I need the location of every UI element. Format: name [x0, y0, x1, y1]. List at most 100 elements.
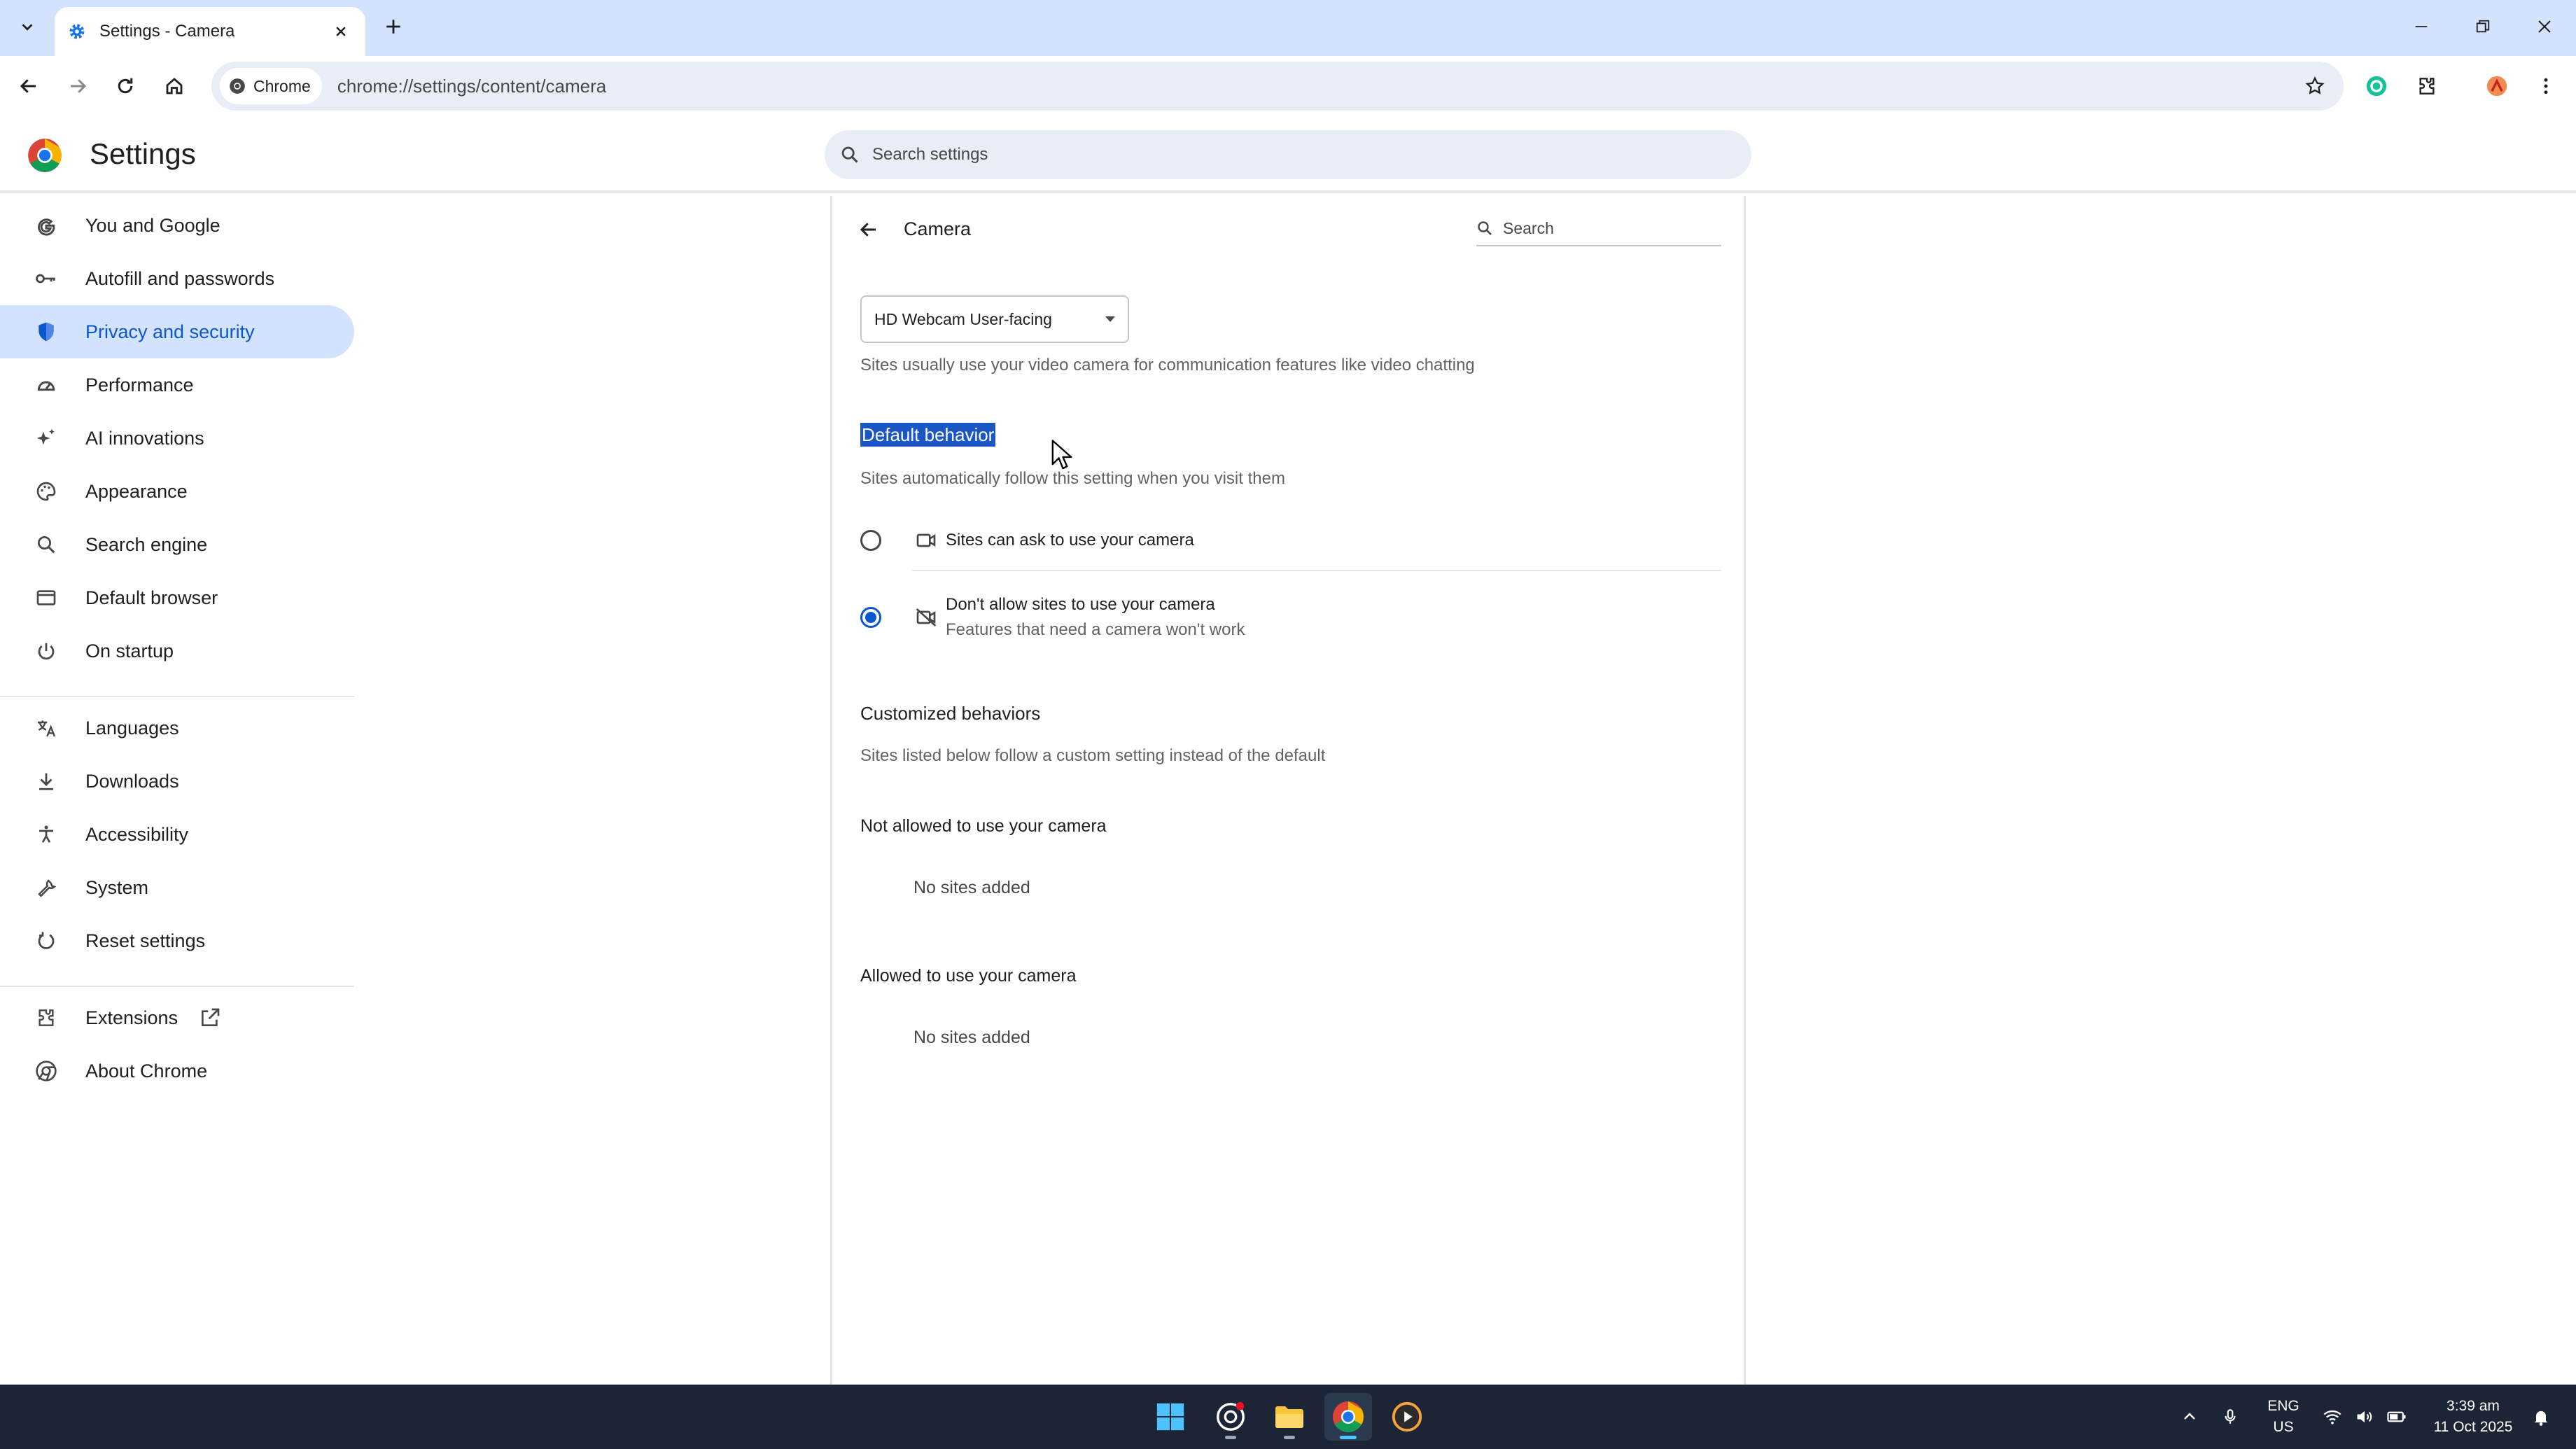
chrome-logo-icon: [28, 139, 62, 172]
url-text[interactable]: chrome://settings/content/camera: [337, 76, 2296, 97]
search-icon: [1478, 221, 1492, 235]
home-button[interactable]: [155, 67, 193, 105]
profile-button[interactable]: [2478, 67, 2516, 105]
extension-grammar-button[interactable]: [2358, 67, 2395, 105]
sidebar-item-label: Default browser: [85, 587, 218, 608]
wrench-icon: [34, 875, 59, 900]
extensions-button[interactable]: [2408, 67, 2446, 105]
sidebar-item-about-chrome[interactable]: About Chrome: [0, 1044, 354, 1098]
language-code: ENG: [2267, 1398, 2300, 1414]
battery-icon: [2387, 1411, 2406, 1422]
allowed-list-title: Allowed to use your camera: [860, 966, 1077, 986]
sidebar-item-search-engine[interactable]: Search engine: [0, 518, 354, 571]
subpage-search-box[interactable]: [1476, 211, 1721, 246]
settings-search-input[interactable]: [872, 145, 1642, 164]
palette-icon: [34, 479, 59, 504]
tab-title: Settings - Camera: [99, 22, 235, 41]
input-language-indicator[interactable]: ENG US: [2262, 1396, 2304, 1438]
back-button[interactable]: [10, 67, 48, 105]
customized-behaviors-description: Sites listed below follow a custom setti…: [860, 746, 1326, 765]
accessibility-icon: [34, 822, 59, 847]
minimize-button[interactable]: [2397, 7, 2446, 46]
sidebar-item-downloads[interactable]: Downloads: [0, 755, 354, 808]
restore-icon: [2476, 20, 2490, 33]
network-button[interactable]: [2320, 1404, 2345, 1429]
sidebar-item-on-startup[interactable]: On startup: [0, 624, 354, 678]
camera-device-select[interactable]: HD Webcam User-facing: [860, 295, 1129, 343]
clock-time: 3:39 am: [2446, 1398, 2500, 1414]
clock[interactable]: 3:39 am 11 Oct 2025: [2421, 1396, 2526, 1438]
videocam-off-icon: [913, 605, 939, 630]
chrome-menu-button[interactable]: [2527, 67, 2565, 105]
gear-icon: [69, 24, 85, 39]
settings-header: Settings: [0, 116, 2576, 193]
radio-option-ask[interactable]: Sites can ask to use your camera: [860, 522, 1721, 559]
media-player-icon: [1392, 1401, 1422, 1432]
sidebar-item-you-and-google[interactable]: You and Google: [0, 199, 354, 252]
radio-option-block[interactable]: Don't allow sites to use your camera Fea…: [860, 585, 1721, 650]
restore-button[interactable]: [2458, 7, 2507, 46]
microphone-icon: [2225, 1409, 2236, 1424]
tab-close-button[interactable]: [329, 20, 353, 43]
search-icon: [34, 532, 59, 557]
volume-button[interactable]: [2352, 1404, 2377, 1429]
avatar: [2486, 76, 2507, 97]
taskbar-app-file-explorer[interactable]: [1266, 1393, 1313, 1441]
power-icon: [34, 638, 59, 664]
sidebar-item-extensions[interactable]: Extensions: [0, 991, 354, 1044]
close-window-button[interactable]: [2520, 7, 2569, 46]
search-icon: [841, 146, 858, 163]
wifi-icon: [2323, 1410, 2342, 1424]
address-bar[interactable]: Chrome chrome://settings/content/camera: [211, 62, 2344, 111]
sidebar-item-languages[interactable]: Languages: [0, 701, 354, 755]
camera-device-description: Sites usually use your video camera for …: [860, 356, 1475, 374]
start-button[interactable]: [1147, 1393, 1194, 1441]
taskbar-app-recorder[interactable]: [1207, 1393, 1254, 1441]
close-icon: [2538, 20, 2551, 33]
site-info-chip[interactable]: Chrome: [220, 68, 322, 104]
sidebar-item-ai-innovations[interactable]: AI innovations: [0, 412, 354, 465]
taskbar-app-chrome[interactable]: [1324, 1393, 1372, 1441]
clock-date: 11 Oct 2025: [2433, 1419, 2513, 1435]
notifications-button[interactable]: [2528, 1404, 2554, 1429]
bookmark-button[interactable]: [2296, 67, 2334, 105]
sidebar-item-performance[interactable]: Performance: [0, 358, 354, 412]
radio-option-text: Sites can ask to use your camera: [946, 531, 1194, 550]
sidebar-item-autofill[interactable]: Autofill and passwords: [0, 252, 354, 305]
sidebar-item-label: You and Google: [85, 214, 220, 236]
settings-search-box[interactable]: [825, 130, 1751, 179]
sidebar-item-default-browser[interactable]: Default browser: [0, 571, 354, 624]
back-arrow-button[interactable]: [850, 211, 887, 248]
videocam-icon: [913, 528, 939, 553]
radio-button[interactable]: [860, 530, 881, 551]
active-tab[interactable]: Settings - Camera: [55, 7, 365, 56]
subpage-search-input[interactable]: [1503, 218, 1713, 238]
sidebar-item-reset-settings[interactable]: Reset settings: [0, 914, 354, 967]
sidebar-item-appearance[interactable]: Appearance: [0, 465, 354, 518]
subpage-title: Camera: [904, 218, 972, 239]
chrome-icon: [230, 78, 245, 94]
show-hidden-icons-button[interactable]: [2177, 1404, 2202, 1429]
microphone-tray-button[interactable]: [2218, 1404, 2243, 1429]
reload-button[interactable]: [106, 67, 144, 105]
chevron-down-icon: [22, 24, 33, 31]
translate-icon: [34, 715, 59, 741]
minimize-icon: [2415, 26, 2428, 27]
windows-taskbar: ENG US 3:39 am 11 Oct 2025: [0, 1385, 2576, 1449]
new-tab-button[interactable]: [377, 10, 410, 43]
site-info-label: Chrome: [253, 76, 311, 95]
chevron-up-icon: [2184, 1413, 2195, 1420]
battery-button[interactable]: [2384, 1404, 2409, 1429]
forward-button[interactable]: [59, 67, 97, 105]
browser-toolbar: Chrome chrome://settings/content/camera: [0, 56, 2576, 116]
download-icon: [34, 769, 59, 794]
tab-search-button[interactable]: [10, 10, 45, 45]
sidebar-item-label: Performance: [85, 374, 194, 396]
radio-button-selected[interactable]: [860, 607, 881, 628]
dropdown-caret-icon: [1105, 316, 1115, 322]
sidebar-item-accessibility[interactable]: Accessibility: [0, 808, 354, 861]
reset-icon: [34, 928, 59, 953]
sidebar-item-privacy[interactable]: Privacy and security: [0, 305, 354, 358]
taskbar-app-media-player[interactable]: [1383, 1393, 1431, 1441]
sidebar-item-system[interactable]: System: [0, 861, 354, 914]
